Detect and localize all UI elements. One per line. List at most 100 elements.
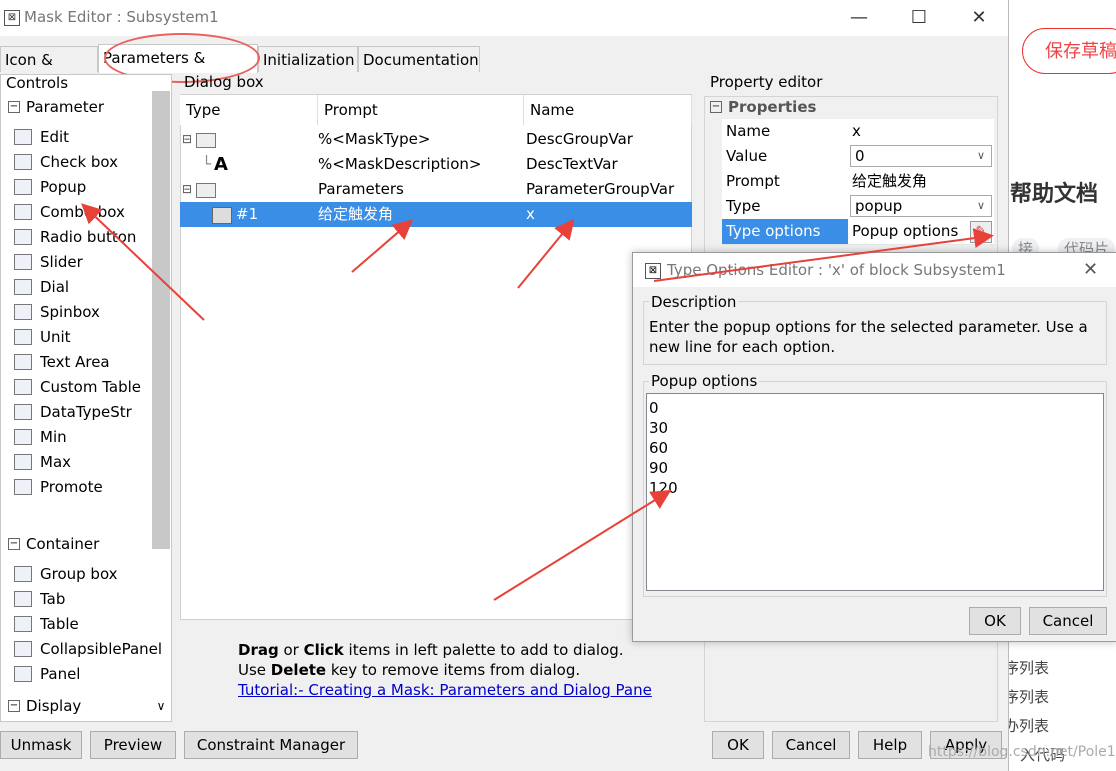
minimize-icon[interactable]: — (844, 6, 874, 30)
property-row-value[interactable]: Value 0 ∨ (722, 144, 994, 170)
palette-item-label: Check box (40, 153, 119, 171)
row-name: ParameterGroupVar (526, 180, 675, 198)
maximize-icon[interactable]: ☐ (904, 6, 934, 30)
column-prompt[interactable]: Prompt (318, 95, 524, 125)
tab-initialization[interactable]: Initialization (258, 46, 358, 72)
option-line: 30 (649, 419, 669, 437)
palette-item[interactable]: Tab (14, 587, 65, 611)
palette-item-label: Unit (40, 328, 71, 346)
chevron-down-icon[interactable]: ∨ (973, 146, 989, 166)
palette-item[interactable]: Text Area (14, 350, 110, 374)
palette-item[interactable]: Popup (14, 175, 86, 199)
dialog-box-title: Dialog box (184, 73, 264, 91)
group-icon (196, 133, 216, 148)
tab-documentation[interactable]: Documentation (358, 46, 480, 72)
bg-list-item: 办列表 (1004, 717, 1050, 735)
window-title: Mask Editor : Subsystem1 (24, 8, 219, 26)
property-editor-title: Property editor (710, 73, 823, 91)
palette-item[interactable]: Edit (14, 125, 69, 149)
radio-icon (14, 229, 32, 245)
property-row-name[interactable]: Name x (722, 119, 994, 145)
combobox-icon (14, 204, 32, 220)
container-section[interactable]: − Container (8, 535, 99, 553)
palette-item[interactable]: Panel (14, 662, 80, 686)
slider-icon (14, 254, 32, 270)
watermark: https://blog.csdn.net/Pole1 (928, 744, 1116, 760)
tutorial-link[interactable]: Tutorial:- Creating a Mask: Parameters a… (238, 681, 652, 699)
option-line: 120 (649, 479, 678, 497)
row-prompt: %<MaskDescription> (318, 155, 482, 173)
palette-item[interactable]: Max (14, 450, 71, 474)
table-icon (14, 616, 32, 632)
properties-section[interactable]: − Properties (710, 98, 816, 116)
dialog-title: Type Options Editor : 'x' of block Subsy… (667, 261, 1006, 279)
close-icon[interactable]: ✕ (964, 6, 994, 30)
ok-button[interactable]: OK (712, 731, 764, 759)
palette-item-label: Custom Table (40, 378, 142, 396)
property-row-prompt[interactable]: Prompt 给定触发角 (722, 169, 994, 195)
type-combo[interactable]: popup ∨ (850, 195, 992, 217)
column-type[interactable]: Type (180, 95, 318, 125)
chevron-down-icon[interactable]: ∨ (152, 696, 170, 716)
tab-icon-ports[interactable]: Icon & Ports (0, 46, 98, 95)
palette-item[interactable]: Check box (14, 150, 118, 174)
parameter-section[interactable]: − Parameter (8, 98, 104, 116)
table-row-selected[interactable]: #1 给定触发角 x (180, 202, 692, 227)
palette-item[interactable]: CollapsiblePanel (14, 637, 162, 661)
type-options-editor-dialog: ⊠ Type Options Editor : 'x' of block Sub… (632, 252, 1116, 642)
display-section[interactable]: − Display (8, 697, 81, 715)
palette-item-label: Edit (40, 128, 70, 146)
property-row-type-options[interactable]: Type options Popup options ✎ (722, 219, 994, 245)
help-button[interactable]: Help (858, 731, 922, 759)
constraint-manager-button[interactable]: Constraint Manager (184, 731, 358, 759)
column-name[interactable]: Name (524, 95, 692, 125)
table-icon (14, 379, 32, 395)
ok-button[interactable]: OK (969, 607, 1021, 635)
controls-scrollbar[interactable] (152, 91, 170, 549)
value-combo[interactable]: 0 ∨ (850, 145, 992, 167)
palette-item[interactable]: Combo box (14, 200, 125, 224)
palette-item[interactable]: Group box (14, 562, 118, 586)
palette-item[interactable]: Min (14, 425, 67, 449)
palette-item-label: Tab (40, 590, 66, 608)
edit-pencil-icon[interactable]: ✎ (970, 221, 992, 243)
palette-item-label: Popup (40, 178, 87, 196)
table-row[interactable]: ⊟ Parameters ParameterGroupVar (180, 177, 692, 202)
palette-item[interactable]: Dial (14, 275, 69, 299)
cancel-button[interactable]: Cancel (772, 731, 850, 759)
property-row-type[interactable]: Type popup ∨ (722, 194, 994, 220)
unmask-button[interactable]: Unmask (0, 731, 82, 759)
palette-item[interactable]: Radio button (14, 225, 136, 249)
palette-item-label: Slider (40, 253, 83, 271)
collapse-icon[interactable]: ⊟ (182, 127, 192, 152)
cancel-button[interactable]: Cancel (1029, 607, 1107, 635)
popup-options-textarea[interactable]: 0 30 60 90 120 (646, 393, 1104, 591)
option-line: 90 (649, 459, 669, 477)
preview-button[interactable]: Preview (90, 731, 176, 759)
palette-item[interactable]: Custom Table (14, 375, 141, 399)
palette-item[interactable]: Table (14, 612, 79, 636)
palette-item[interactable]: Unit (14, 325, 71, 349)
close-icon[interactable]: ✕ (1083, 259, 1098, 280)
row-type: #1 (236, 205, 259, 223)
palette-item[interactable]: DataTypeStr (14, 400, 132, 424)
spinbox-icon (14, 304, 32, 320)
row-name: DescGroupVar (526, 130, 633, 148)
palette-item-label: Dial (40, 278, 70, 296)
row-prompt: 给定触发角 (318, 205, 394, 223)
app-icon: ⊠ (4, 10, 20, 26)
chevron-down-icon[interactable]: ∨ (973, 196, 989, 216)
palette-item-label: CollapsiblePanel (40, 640, 163, 658)
description-label: Description (649, 293, 739, 311)
checkbox-icon (14, 154, 32, 170)
palette-item[interactable]: Spinbox (14, 300, 100, 324)
palette-item[interactable]: Promote (14, 475, 103, 499)
text-icon: A (214, 154, 228, 175)
option-line: 60 (649, 439, 669, 457)
table-row[interactable]: └ A %<MaskDescription> DescTextVar (180, 152, 692, 177)
collapse-icon[interactable]: ⊟ (182, 177, 192, 202)
table-row[interactable]: ⊟ %<MaskType> DescGroupVar (180, 127, 692, 152)
palette-item[interactable]: Slider (14, 250, 83, 274)
datatype-icon (14, 404, 32, 420)
save-draft-button[interactable]: 保存草稿 (1022, 28, 1116, 74)
